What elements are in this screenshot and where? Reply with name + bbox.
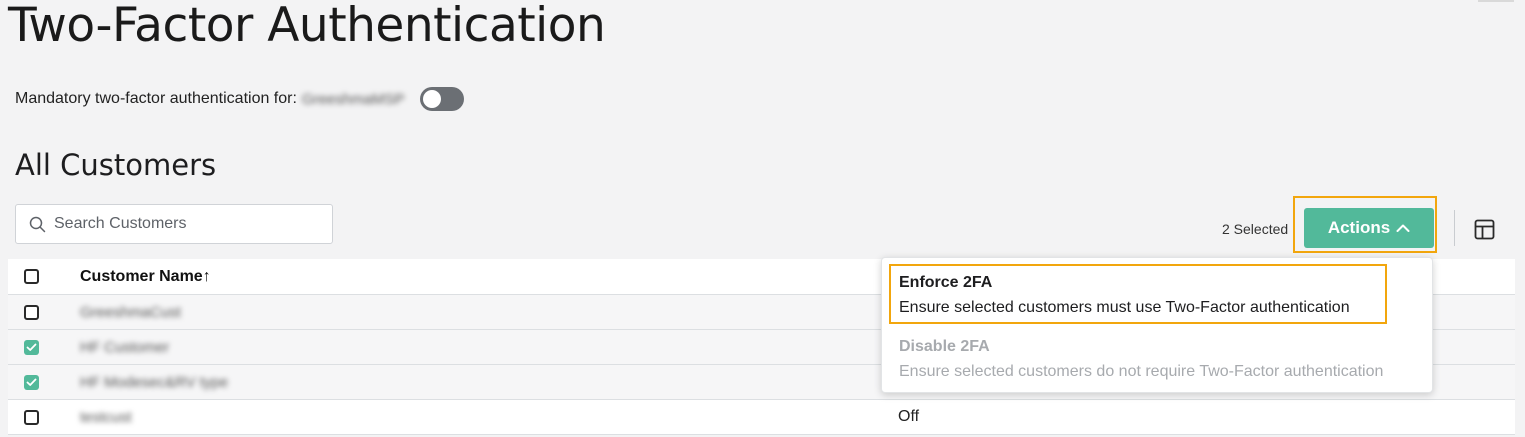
selected-count: 2 Selected: [1222, 221, 1289, 237]
table-row[interactable]: testcust Off: [8, 400, 1515, 435]
row-checkbox[interactable]: [24, 304, 39, 320]
customer-name-cell: HF Modesec&RV type: [80, 373, 229, 391]
row-checkbox[interactable]: [24, 339, 39, 355]
chevron-up-icon: [1396, 224, 1410, 232]
menu-item-enforce-2fa[interactable]: Enforce 2FA Ensure selected customers mu…: [899, 274, 1350, 317]
status-cell: Off: [898, 408, 920, 425]
select-all-checkbox[interactable]: [24, 269, 39, 284]
mandatory-2fa-label: Mandatory two-factor authentication for:: [15, 90, 297, 107]
search-input[interactable]: [52, 214, 316, 234]
row-checkbox[interactable]: [24, 374, 39, 390]
menu-item-description: Ensure selected customers do not require…: [899, 363, 1384, 380]
page-title: Two-Factor Authentication: [8, 0, 606, 53]
customer-name-cell: testcust: [80, 408, 132, 426]
actions-dropdown-menu: Enforce 2FA Ensure selected customers mu…: [881, 257, 1433, 393]
checkmark-icon: [26, 343, 37, 351]
section-title: All Customers: [15, 148, 217, 182]
menu-item-title: Enforce 2FA: [899, 274, 993, 291]
menu-item-title: Disable 2FA: [899, 338, 990, 355]
menu-item-disable-2fa[interactable]: Disable 2FA Ensure selected customers do…: [899, 338, 1383, 381]
table-columns-icon: [1474, 219, 1494, 239]
toolbar-divider: [1454, 210, 1455, 246]
actions-button[interactable]: Actions: [1304, 208, 1434, 248]
menu-item-description: Ensure selected customers must use Two-F…: [899, 299, 1350, 316]
search-box[interactable]: [15, 204, 333, 244]
mandatory-2fa-row: Mandatory two-factor authentication for:…: [15, 86, 465, 112]
mandatory-2fa-toggle[interactable]: [420, 87, 465, 111]
actions-button-label: Actions: [1327, 218, 1391, 237]
customer-name-column-header[interactable]: Customer Name↑: [80, 268, 211, 286]
column-header-label: Customer Name: [80, 267, 203, 285]
column-settings-button[interactable]: [1470, 215, 1498, 243]
org-name: GreeshmaMSP: [301, 90, 405, 108]
search-icon: [29, 216, 46, 232]
window-edge: [1478, 0, 1514, 2]
row-checkbox[interactable]: [24, 409, 39, 425]
checkmark-icon: [26, 378, 37, 386]
toggle-knob: [423, 90, 442, 108]
customer-name-cell: HF Customer: [80, 338, 170, 356]
customer-name-cell: GreeshmaCust: [80, 303, 181, 321]
sort-asc-icon: ↑: [202, 267, 211, 285]
